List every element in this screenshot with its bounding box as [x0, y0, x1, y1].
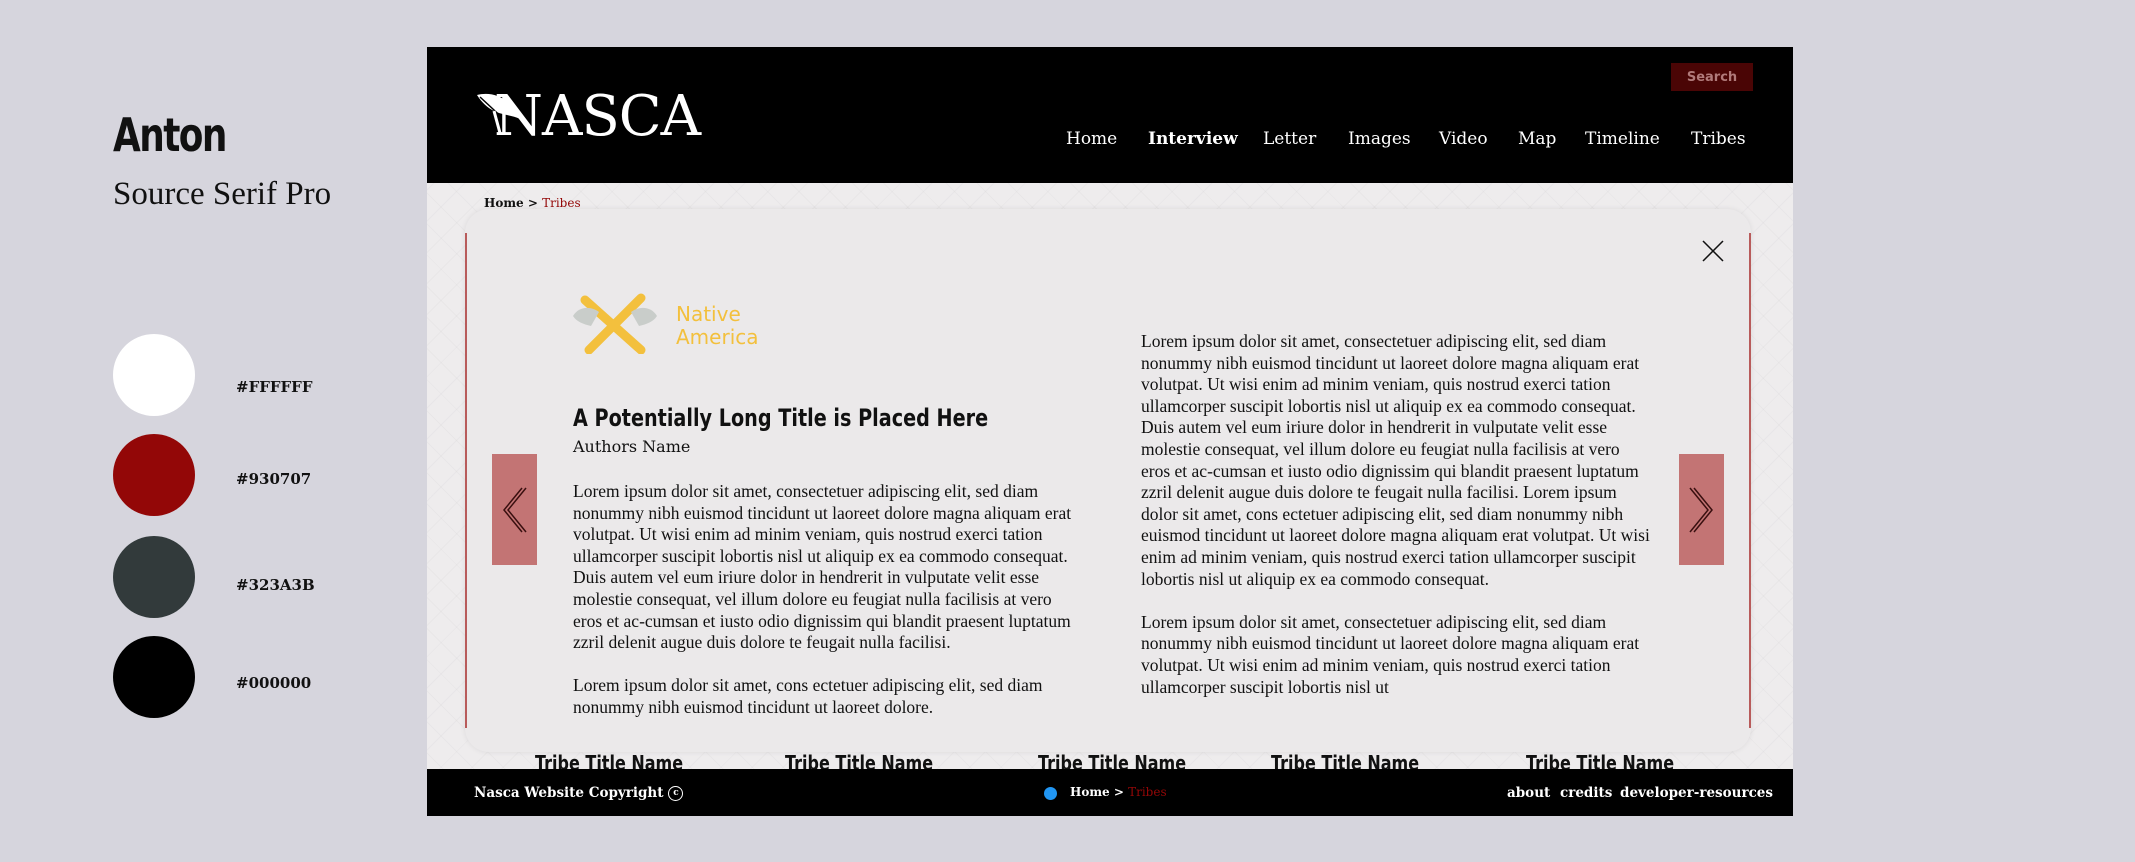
right-paragraph-1: Lorem ipsum dolor sit amet, consectetuer…	[1141, 331, 1650, 589]
copyright: Nasca Website Copyright c	[474, 785, 684, 801]
article-body-left: Lorem ipsum dolor sit amet, consectetuer…	[573, 481, 1085, 740]
breadcrumb: Home > Tribes	[484, 196, 581, 210]
nav-tribes[interactable]: Tribes	[1691, 129, 1746, 149]
footer-link-about[interactable]: about	[1507, 785, 1550, 801]
swatch-white	[113, 334, 195, 416]
brand-line-1: Native	[676, 302, 741, 326]
close-icon[interactable]	[1701, 239, 1725, 263]
website-mockup: NASCA Search Home Interview Letter Image…	[427, 47, 1793, 816]
breadcrumb-current: Tribes	[542, 196, 581, 210]
nav-images[interactable]: Images	[1348, 129, 1411, 149]
chevron-left-icon	[503, 487, 527, 533]
article-body-right: Lorem ipsum dolor sit amet, consectetuer…	[1141, 331, 1653, 720]
chevron-right-icon	[1689, 487, 1713, 533]
logo-text: NASCA	[494, 84, 701, 149]
swatch-label-red: #930707	[236, 470, 312, 488]
nav-home[interactable]: Home	[1066, 129, 1117, 149]
copyright-icon: c	[668, 786, 684, 801]
next-button[interactable]	[1679, 454, 1724, 565]
swatch-charcoal	[113, 536, 195, 618]
prev-button[interactable]	[492, 454, 537, 565]
footer-breadcrumb-current: Tribes	[1128, 785, 1167, 799]
footer-link-credits[interactable]: credits	[1560, 785, 1612, 801]
nav-timeline[interactable]: Timeline	[1585, 129, 1660, 149]
modal-edge-left	[465, 233, 467, 728]
swatch-red	[113, 434, 195, 516]
site-header: NASCA Search Home Interview Letter Image…	[427, 47, 1793, 183]
font-sample-anton: Anton	[113, 108, 227, 162]
site-footer: Nasca Website Copyright c Home > Tribes a…	[427, 769, 1793, 816]
swatch-label-white: #FFFFFF	[236, 378, 313, 396]
left-paragraph-1: Lorem ipsum dolor sit amet, consectetuer…	[573, 481, 1072, 653]
nav-letter[interactable]: Letter	[1263, 129, 1316, 149]
native-america-wordmark: Native America	[676, 303, 759, 349]
copyright-text: Nasca Website Copyright	[474, 785, 664, 801]
font-sample-source-serif: Source Serif Pro	[113, 176, 332, 212]
nav-interview[interactable]: Interview	[1148, 129, 1238, 149]
footer-breadcrumb-home[interactable]: Home >	[1070, 785, 1124, 799]
right-paragraph-2: Lorem ipsum dolor sit amet, consectetuer…	[1141, 611, 1640, 697]
article-title: A Potentially Long Title is Placed Here	[573, 404, 989, 432]
article-author: Authors Name	[573, 437, 691, 456]
search-button[interactable]: Search	[1671, 63, 1753, 91]
footer-link-developer-resources[interactable]: developer-resources	[1620, 785, 1773, 801]
swatch-label-black: #000000	[236, 674, 312, 692]
nav-map[interactable]: Map	[1518, 129, 1556, 149]
left-paragraph-2: Lorem ipsum dolor sit amet, cons ectetue…	[573, 675, 1043, 717]
modal-edge-right	[1749, 233, 1751, 728]
swatch-black	[113, 636, 195, 718]
crossed-axes-icon	[573, 293, 657, 354]
nav-video[interactable]: Video	[1439, 129, 1488, 149]
swatch-label-charcoal: #323A3B	[236, 576, 315, 594]
status-dot-icon	[1044, 787, 1057, 800]
site-logo[interactable]: NASCA	[474, 87, 701, 147]
breadcrumb-home[interactable]: Home >	[484, 196, 538, 210]
footer-breadcrumb: Home > Tribes	[1070, 785, 1167, 799]
brand-line-2: America	[676, 325, 759, 349]
